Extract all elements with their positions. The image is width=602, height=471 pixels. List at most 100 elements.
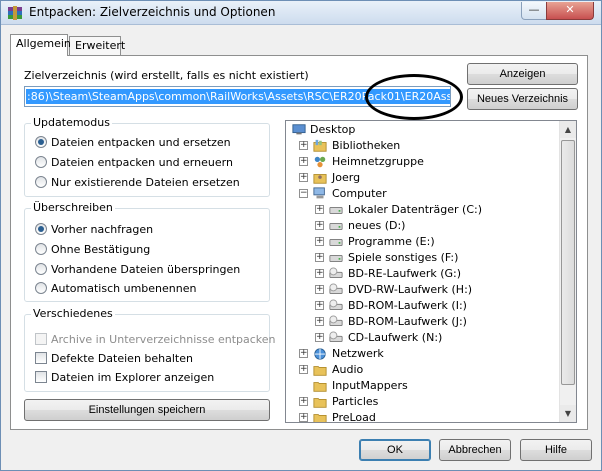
title-bar[interactable]: Entpacken: Zielverzeichnis und Optionen … — [1, 1, 601, 25]
expand-icon[interactable]: + — [299, 413, 308, 422]
tree-node-label: Computer — [332, 187, 387, 200]
hard-drive-icon — [329, 222, 343, 230]
show-button[interactable]: Anzeigen — [467, 63, 578, 85]
radio-skip-existing[interactable]: Vorhandene Dateien überspringen — [35, 263, 240, 277]
scroll-down-icon[interactable]: ▼ — [560, 405, 576, 422]
tree-node-label: Joerg — [332, 171, 361, 184]
tree-node[interactable]: + BD-RE-Laufwerk (G:) — [286, 266, 556, 282]
expand-icon[interactable]: + — [299, 365, 308, 374]
scroll-up-icon[interactable]: ▲ — [560, 121, 576, 138]
annotation-ellipse — [365, 74, 463, 120]
expand-icon[interactable]: + — [299, 157, 308, 166]
collapse-icon[interactable]: − — [299, 189, 308, 198]
expand-icon[interactable]: + — [315, 285, 324, 294]
tree-node[interactable]: + Heimnetzgruppe — [286, 154, 556, 170]
tree-node-label: Netzwerk — [332, 347, 384, 360]
tree-node[interactable]: + Lokaler Datenträger (C:) — [286, 202, 556, 218]
tree-node[interactable]: + Netzwerk — [286, 346, 556, 362]
desktop-icon — [292, 124, 306, 135]
tree-node-label: Bibliotheken — [332, 139, 401, 152]
tab-label: Allgemein — [16, 37, 71, 50]
radio-indicator[interactable] — [35, 223, 47, 235]
radio-indicator[interactable] — [35, 136, 47, 148]
window-title: Entpacken: Zielverzeichnis und Optionen — [29, 5, 276, 19]
radio-auto-rename[interactable]: Automatisch umbenennen — [35, 282, 196, 296]
optical-drive-icon — [329, 331, 343, 342]
tree-scrollbar[interactable]: ▲ ▼ — [559, 121, 576, 422]
tree-node[interactable]: + CD-Laufwerk (N:) — [286, 330, 556, 346]
expand-icon[interactable]: + — [315, 333, 324, 342]
checkbox-indicator[interactable] — [35, 352, 47, 364]
tree-node[interactable]: − Computer — [286, 186, 556, 202]
expand-icon[interactable]: + — [315, 253, 324, 262]
group-title: Überschreiben — [31, 201, 115, 214]
tab-allgemein[interactable]: Allgemein — [10, 34, 71, 56]
update-mode-group: Updatemodus Dateien entpacken und ersetz… — [24, 116, 270, 197]
optical-drive-icon — [329, 299, 343, 310]
tree-node-label: BD-ROM-Laufwerk (I:) — [348, 299, 467, 312]
tree-node[interactable]: InputMappers — [286, 378, 556, 394]
option-label: Nur existierende Dateien ersetzen — [51, 176, 240, 189]
tree-node[interactable]: + BD-ROM-Laufwerk (J:) — [286, 314, 556, 330]
expand-icon[interactable]: + — [315, 237, 324, 246]
folder-icon — [313, 382, 327, 392]
hard-drive-icon — [329, 254, 343, 262]
expand-icon[interactable]: + — [315, 269, 324, 278]
folder-icon — [313, 398, 327, 408]
expand-icon[interactable]: + — [315, 221, 324, 230]
checkbox-show-in-explorer[interactable]: Dateien im Explorer anzeigen — [35, 371, 214, 385]
tree-node[interactable]: Desktop — [286, 122, 556, 138]
checkbox-indicator[interactable] — [35, 371, 47, 383]
radio-indicator[interactable] — [35, 263, 47, 275]
tree-node[interactable]: + Bibliotheken — [286, 138, 556, 154]
close-button[interactable]: ✕ — [546, 2, 594, 20]
folder-tree[interactable]: Desktop + Bibliotheken + Heimnetzgruppe + Joer… — [285, 120, 577, 423]
tree-node-label: InputMappers — [332, 379, 408, 392]
checkbox-keep-broken[interactable]: Defekte Dateien behalten — [35, 352, 193, 366]
help-button[interactable]: Hilfe — [520, 439, 592, 461]
radio-indicator[interactable] — [35, 156, 47, 168]
expand-icon[interactable]: + — [315, 317, 324, 326]
expand-icon[interactable]: + — [315, 205, 324, 214]
expand-icon[interactable]: + — [299, 397, 308, 406]
hard-drive-icon — [329, 238, 343, 246]
scroll-thumb[interactable] — [561, 140, 575, 385]
folder-icon — [313, 366, 327, 376]
tree-node[interactable]: + Spiele sonstiges (F:) — [286, 250, 556, 266]
tree-node[interactable]: + neues (D:) — [286, 218, 556, 234]
radio-no-confirm[interactable]: Ohne Bestätigung — [35, 243, 150, 257]
hard-drive-icon — [329, 206, 343, 214]
new-folder-button[interactable]: Neues Verzeichnis — [467, 88, 578, 110]
expand-icon[interactable]: + — [299, 349, 308, 358]
library-icon — [313, 139, 327, 152]
radio-indicator[interactable] — [35, 176, 47, 188]
minimize-button[interactable]: — — [521, 2, 547, 20]
tree-node[interactable]: + DVD-RW-Laufwerk (H:) — [286, 282, 556, 298]
option-label: Dateien entpacken und ersetzen — [51, 136, 231, 149]
tree-node[interactable]: + Particles — [286, 394, 556, 410]
ok-button[interactable]: OK — [359, 439, 431, 461]
optical-drive-icon — [329, 267, 343, 278]
radio-indicator[interactable] — [35, 243, 47, 255]
radio-extract-update[interactable]: Dateien entpacken und erneuern — [35, 156, 233, 170]
tab-erweitert[interactable]: Erweitert — [69, 36, 125, 55]
tree-node[interactable]: + Audio — [286, 362, 556, 378]
radio-existing-only[interactable]: Nur existierende Dateien ersetzen — [35, 176, 240, 190]
expand-icon[interactable]: + — [299, 173, 308, 182]
network-icon — [314, 348, 326, 360]
radio-extract-replace[interactable]: Dateien entpacken und ersetzen — [35, 136, 231, 150]
save-settings-button[interactable]: Einstellungen speichern — [24, 399, 270, 421]
option-label: Vorhandene Dateien überspringen — [51, 263, 241, 276]
option-label: Dateien entpacken und erneuern — [51, 156, 233, 169]
expand-icon[interactable]: + — [315, 301, 324, 310]
expand-icon[interactable]: + — [299, 141, 308, 150]
homegroup-icon — [314, 156, 326, 168]
checkbox-indicator — [35, 333, 47, 345]
tree-node[interactable]: + BD-ROM-Laufwerk (I:) — [286, 298, 556, 314]
cancel-button[interactable]: Abbrechen — [439, 439, 511, 461]
radio-ask-before[interactable]: Vorher nachfragen — [35, 223, 153, 237]
tree-node[interactable]: + PreLoad — [286, 410, 556, 422]
radio-indicator[interactable] — [35, 282, 47, 294]
tree-node[interactable]: + Programme (E:) — [286, 234, 556, 250]
tree-node[interactable]: + Joerg — [286, 170, 556, 186]
